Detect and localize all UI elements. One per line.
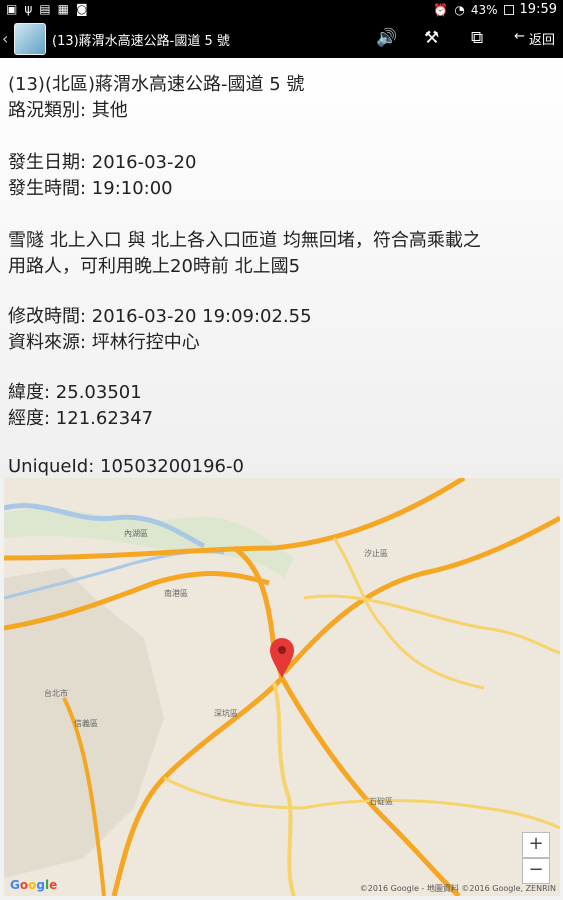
action-bar: ‹ (13)蔣渭水高速公路-國道 5 號 🔊 ⚒ ⧉ ← 返回 [0, 20, 563, 58]
gallery-icon: ▣ [6, 2, 18, 16]
detail-category: 路況類別: 其他 [8, 100, 128, 121]
zoom-in-button[interactable]: + [522, 832, 550, 858]
status-bar: ▣ ψ ▤ ▦ ◙ ⏰ ◔ 43% 19:59 [0, 0, 563, 20]
map-label-xizhi: 汐止區 [364, 549, 388, 558]
map-label-taipei: 台北市 [44, 689, 68, 698]
detail-description-1: 雪隧 北上入口 與 北上各入口匝道 均無回堵，符合高乘載之 [8, 230, 481, 251]
detail-unique-id: UniqueId: 10503200196-0 [8, 456, 244, 477]
map-attribution[interactable]: ©2016 Google - 地圖資料 ©2016 Google, ZENRIN [360, 883, 556, 894]
tools-icon[interactable]: ⚒ [424, 28, 439, 48]
detail-panel: (13)(北區)蔣渭水高速公路-國道 5 號 路況類別: 其他 發生日期: 20… [0, 58, 563, 478]
detail-date: 發生日期: 2016-03-20 [8, 152, 197, 173]
chevron-left-icon[interactable]: ‹ [2, 29, 8, 48]
image-icon: ▤ [39, 2, 51, 16]
gamepad-icon: ◙ [75, 2, 88, 16]
detail-title: (13)(北區)蔣渭水高速公路-國道 5 號 [8, 74, 305, 95]
page-title: (13)蔣渭水高速公路-國道 5 號 [52, 34, 230, 49]
google-logo: Google [10, 878, 58, 892]
map-view[interactable]: 內湖區 南港區 汐止區 台北市 信義區 深坑區 石碇區 + − Google ©… [4, 478, 560, 896]
map-label-shenkeng: 深坑區 [214, 709, 238, 718]
back-button[interactable]: ← 返回 [514, 29, 555, 48]
back-label: 返回 [528, 33, 555, 48]
marker-dot [278, 646, 286, 654]
tag-icon: ▦ [57, 2, 69, 16]
usb-icon: ψ [24, 2, 33, 16]
alarm-icon: ⏰ [433, 2, 449, 17]
share-icon[interactable]: ⧉ [471, 28, 483, 48]
app-icon[interactable] [14, 23, 46, 55]
detail-longitude: 經度: 121.62347 [8, 408, 154, 429]
detail-description-2: 用路人，可利用晚上20時前 北上國5 [8, 256, 301, 277]
map-label-neihu: 內湖區 [124, 529, 148, 538]
zoom-out-button[interactable]: − [522, 858, 550, 884]
clock: 19:59 [519, 2, 557, 17]
battery-icon [503, 4, 514, 15]
arrow-left-icon: ← [514, 29, 525, 44]
wifi-icon: ◔ [454, 2, 465, 17]
detail-time: 發生時間: 19:10:00 [8, 178, 173, 199]
map-label-xinyi: 信義區 [74, 719, 98, 728]
map-label-shiding: 石碇區 [369, 797, 393, 806]
detail-latitude: 緯度: 25.03501 [8, 382, 142, 403]
map-canvas[interactable] [4, 478, 560, 896]
speaker-icon[interactable]: 🔊 [376, 28, 397, 48]
map-label-nangang: 南港區 [164, 589, 188, 598]
detail-modified-time: 修改時間: 2016-03-20 19:09:02.55 [8, 306, 312, 327]
battery-percent: 43% [470, 2, 498, 17]
detail-source: 資料來源: 坪林行控中心 [8, 332, 200, 353]
